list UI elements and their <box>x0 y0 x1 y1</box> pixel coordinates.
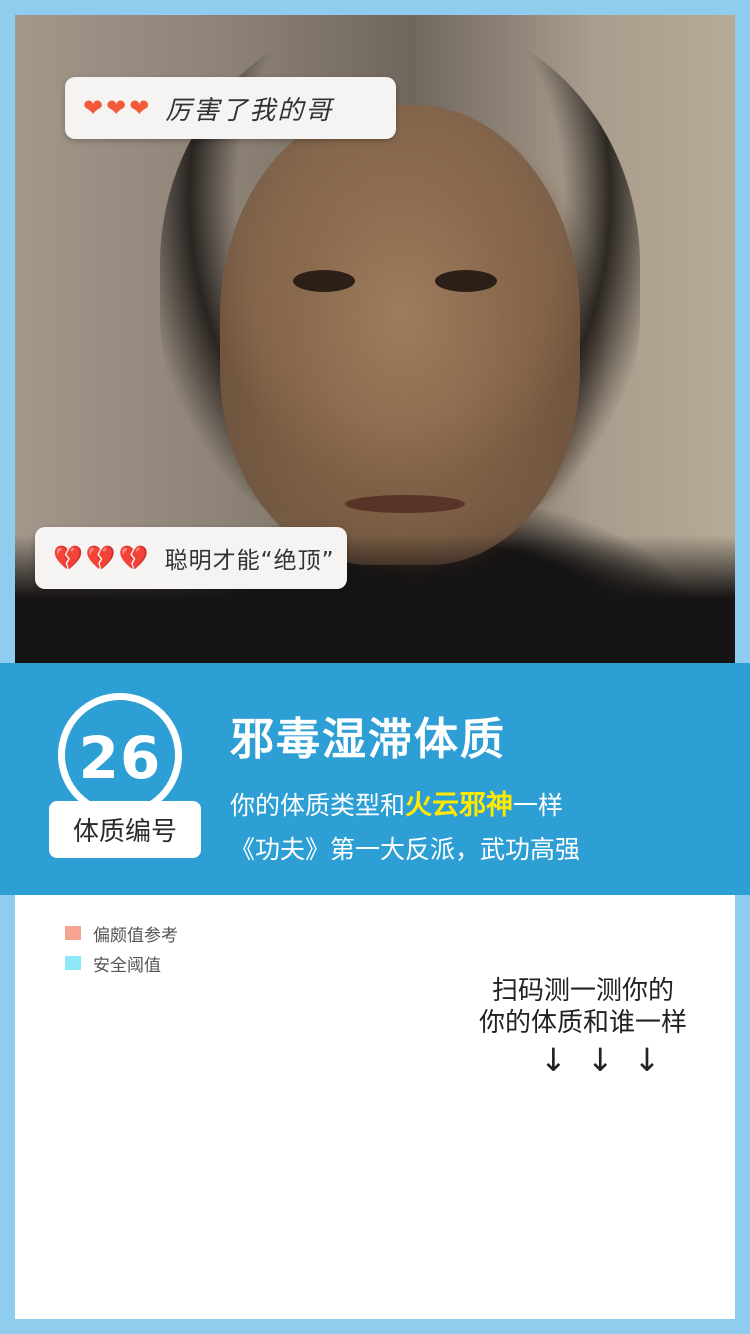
heart-icon: ❤ <box>106 94 127 122</box>
arrow-down-icon: ↓ <box>633 1041 661 1079</box>
comment-text: 厉害了我的哥 <box>165 95 334 126</box>
character-name: 火云邪神 <box>405 790 514 821</box>
constitution-number: 26 <box>78 724 162 792</box>
broken-heart-icon: 💔 <box>118 544 149 572</box>
heart-icon: ❤ <box>83 94 104 122</box>
hearts-row: ❤ ❤ ❤ <box>83 96 149 120</box>
result-description-1: 你的体质类型和火云邪神一样 <box>230 790 564 821</box>
comment-bubble-1: ❤ ❤ ❤ 厉害了我的哥 <box>65 77 396 139</box>
result-description-2: 《功夫》第一大反派，武功高强 <box>230 835 581 864</box>
badge-ring: 26 <box>58 693 182 817</box>
broken-heart-icon: 💔 <box>85 544 116 572</box>
portrait-photo: ❤ ❤ ❤ 厉害了我的哥 💔 💔 💔 聪明才能“绝顶” <box>15 15 735 675</box>
heart-icon: ❤ <box>129 94 150 122</box>
broken-heart-icon: 💔 <box>53 544 83 572</box>
hearts-row: 💔 💔 💔 <box>53 546 149 570</box>
result-band: 26 体质编号 邪毒湿滞体质 你的体质类型和火云邪神一样 《功夫》第一大反派，武… <box>0 663 750 895</box>
legend-item-threshold: 安全阈值 <box>65 948 178 978</box>
constitution-number-label: 体质编号 <box>49 801 201 858</box>
legend-swatch <box>65 926 81 940</box>
comment-text: 聪明才能“绝顶” <box>164 548 335 574</box>
scan-prompt: 扫码测一测你的 你的体质和谁一样 <box>478 976 687 1038</box>
legend-swatch <box>65 956 81 970</box>
down-arrows: ↓ ↓ ↓ <box>540 1044 660 1076</box>
arrow-down-icon: ↓ <box>540 1041 567 1079</box>
comment-bubble-2: 💔 💔 💔 聪明才能“绝顶” <box>35 527 347 589</box>
legend-item-deviation: 偏颇值参考 <box>65 918 178 948</box>
arrow-down-icon: ↓ <box>586 1041 614 1079</box>
result-title: 邪毒湿滞体质 <box>230 714 506 765</box>
chart-legend: 偏颇值参考 安全阈值 <box>65 918 178 978</box>
